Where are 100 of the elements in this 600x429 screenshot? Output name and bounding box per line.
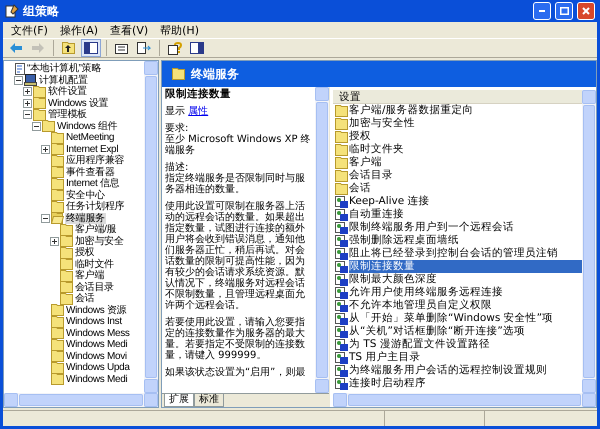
tree-item[interactable]: 临时文件	[74, 258, 115, 270]
list-item[interactable]: 限制连接数量	[349, 260, 582, 273]
list-item[interactable]: 从「开始」菜单删除“Windows 安全性”项	[349, 312, 556, 325]
list-item[interactable]: 会话	[349, 182, 373, 195]
list-item[interactable]: 为 TS 漫游配置文件设置路径	[349, 338, 492, 351]
menu-item[interactable]: 操作(A)	[54, 22, 104, 38]
tree-item[interactable]: 管理模板	[47, 109, 88, 120]
collapse-toggle[interactable]	[14, 76, 23, 85]
pane-title: 终端服务	[191, 66, 239, 82]
action-pane-icon	[190, 42, 204, 54]
setting-icon	[335, 338, 348, 350]
tree-item[interactable]: 会话目录	[74, 282, 115, 293]
show-label: 显示	[165, 106, 186, 117]
list-item[interactable]: 允许用户使用终端服务远程连接	[349, 286, 505, 299]
folder-icon	[60, 292, 73, 305]
expand-toggle[interactable]	[23, 98, 32, 108]
back-arrow-icon	[9, 42, 23, 54]
vertical-scrollbar[interactable]	[582, 90, 596, 393]
window-title: 组策略	[23, 2, 60, 20]
expand-toggle[interactable]	[23, 87, 32, 96]
tree-item[interactable]: 客户端	[74, 270, 106, 282]
list-item[interactable]: 不允许本地管理员自定义权限	[349, 299, 494, 312]
tree-item[interactable]: Windows Mess	[65, 328, 131, 339]
tree-item[interactable]: Windows 组件	[56, 120, 118, 132]
tree-item[interactable]: 安全中心	[65, 190, 106, 201]
tree-item[interactable]: 会话	[74, 293, 96, 304]
setting-icon	[335, 248, 348, 260]
computer-icon	[24, 74, 37, 86]
folder-icon	[51, 316, 64, 328]
horizontal-scrollbar[interactable]	[333, 393, 596, 407]
tree-item[interactable]: 计算机配置	[38, 74, 89, 86]
description-text: 若要使用此设置，请输入您要指定的连接数量作为服务器的最大量。若要指定不受限制的连接数量，请键入 999999。	[165, 317, 306, 361]
show-tree-button[interactable]	[81, 39, 101, 57]
export-button[interactable]	[134, 39, 154, 57]
list-item[interactable]: Keep-Alive 连接	[349, 195, 432, 208]
view-tab[interactable]: 标准	[194, 394, 224, 407]
maximize-button[interactable]	[555, 2, 573, 20]
tree-item[interactable]: 终端服务	[65, 212, 106, 224]
tree-item[interactable]: 授权	[74, 247, 96, 258]
folder-icon	[335, 156, 348, 168]
setting-icon	[335, 326, 348, 338]
list-item[interactable]: 客户端/服务器数据重定向	[349, 104, 476, 117]
tree-item[interactable]: “本地计算机”策略	[26, 63, 102, 74]
expand-toggle[interactable]	[41, 144, 50, 154]
list-item[interactable]: 临时文件夹	[349, 143, 406, 156]
plus-icon	[25, 100, 30, 106]
collapse-toggle[interactable]	[23, 110, 32, 120]
tree-item[interactable]: 应用程序兼容	[65, 155, 126, 166]
list-item[interactable]: 为终端服务用户会话的远程控制设置规则	[349, 364, 549, 377]
tree-item[interactable]: Windows 资源	[65, 304, 128, 316]
tree-item[interactable]: Windows 设置	[47, 98, 110, 109]
tree-item[interactable]: 任务计划程序	[65, 201, 126, 212]
tree-item[interactable]: Windows Medi	[65, 339, 128, 350]
tree-item[interactable]: Windows Upda	[65, 362, 131, 374]
list-item[interactable]: 客户端	[349, 156, 384, 169]
list-item[interactable]: 会话目录	[349, 169, 395, 182]
view-tab[interactable]: 扩展	[164, 394, 194, 407]
list-item[interactable]: 加密与安全性	[349, 117, 417, 130]
list-item[interactable]: 限制最大颜色深度	[349, 273, 439, 286]
list-item[interactable]: TS 用户主目录	[349, 351, 422, 364]
description-text: 描述: 指定终端服务是否限制同时与服务器相连的数量。	[165, 162, 306, 195]
vertical-scrollbar[interactable]	[144, 61, 158, 393]
help-button[interactable]	[165, 39, 185, 57]
collapse-toggle[interactable]	[41, 214, 50, 223]
description-text: 使用此设置可限制在服务器上活动的远程会话的数量。如果超出指定数量，试图进行连接的额外用户将会收到错误消息，通知他们服务器正忙，稍后再试。对会话数量的限制可提高性能，因为有较少的会话请求系统资源。默认情况下，终端服务对远程会话不限制数量，且管理远程桌面允许两个远程会话。	[165, 201, 306, 311]
tree-item[interactable]: NetMeeting	[65, 132, 116, 144]
list-item[interactable]: 限制终端服务用户到一个远程会话	[349, 221, 516, 234]
list-item[interactable]: 授权	[349, 130, 373, 143]
vertical-scrollbar[interactable]	[315, 87, 329, 393]
expand-toggle[interactable]	[50, 236, 59, 246]
list-item[interactable]: 强制删除远程桌面墙纸	[349, 234, 461, 247]
list-item[interactable]: 阻止将已经登录到控制台会话的管理员注销	[349, 247, 560, 260]
folder-icon	[335, 182, 348, 194]
folder-icon	[51, 338, 64, 351]
tree-item[interactable]: Internet 信息	[65, 178, 120, 190]
list-item[interactable]: 连接时启动程序	[349, 377, 428, 390]
minimize-button[interactable]	[533, 2, 551, 20]
menu-item[interactable]: 文件(F)	[5, 22, 54, 38]
close-button[interactable]	[577, 2, 595, 20]
tree-item[interactable]: 事件查看器	[65, 166, 116, 178]
horizontal-scrollbar[interactable]	[4, 393, 158, 407]
tree-item[interactable]: Windows Inst	[65, 316, 123, 328]
list-item[interactable]: 从“关机”对话框删除“断开连接”选项	[349, 325, 527, 338]
document-icon	[15, 62, 25, 75]
tree-item[interactable]: 软件设置	[47, 86, 88, 98]
list-item[interactable]: 自动重连接	[349, 208, 406, 221]
tree-item[interactable]: 加密与安全	[74, 236, 125, 247]
setting-icon	[335, 352, 348, 364]
tree-item[interactable]: Internet Expl	[65, 144, 120, 155]
plus-icon	[25, 89, 30, 94]
setting-icon	[335, 234, 348, 246]
properties-link[interactable]: 属性	[188, 106, 208, 117]
menu-item[interactable]: 查看(V)	[104, 22, 154, 38]
column-header[interactable]: 设置	[333, 90, 582, 104]
collapse-toggle[interactable]	[32, 122, 41, 131]
tree-item[interactable]: Windows Medi	[65, 374, 128, 385]
tree-item[interactable]: 客户端/服	[74, 224, 118, 236]
action-pane-button[interactable]	[187, 39, 207, 57]
tree-item[interactable]: Windows Movi	[65, 350, 128, 362]
menu-item[interactable]: 帮助(H)	[154, 22, 205, 38]
